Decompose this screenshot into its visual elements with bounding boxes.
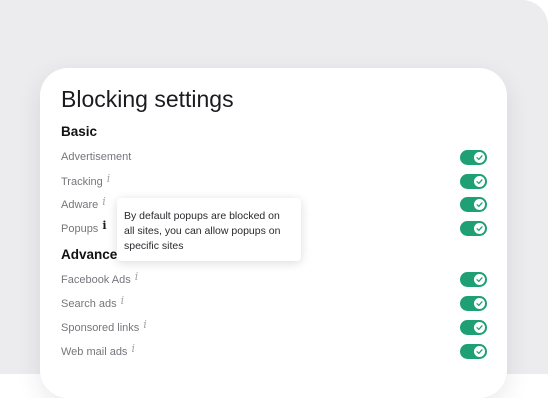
setting-label-group-web-mail-ads: Web mail ads i xyxy=(61,342,135,358)
toggle-search-ads[interactable] xyxy=(460,296,487,311)
checkmark-icon xyxy=(474,199,485,210)
setting-label-web-mail-ads: Web mail ads xyxy=(61,346,128,358)
info-icon[interactable]: i xyxy=(131,342,135,355)
info-icon[interactable]: i xyxy=(121,294,125,307)
page-title: Blocking settings xyxy=(61,86,234,112)
toggle-popups[interactable] xyxy=(460,221,487,236)
info-icon[interactable]: i xyxy=(135,270,139,283)
setting-label-group-popups: Popups i xyxy=(61,219,107,235)
setting-row-web-mail-ads: Web mail ads i xyxy=(61,342,487,362)
section-title-advance: Advance xyxy=(61,247,118,262)
setting-row-search-ads: Search ads i xyxy=(61,294,487,314)
toggle-web-mail-ads[interactable] xyxy=(460,344,487,359)
checkmark-icon xyxy=(474,223,485,234)
setting-label-group-sponsored-links: Sponsored links i xyxy=(61,318,147,334)
toggle-tracking[interactable] xyxy=(460,174,487,189)
setting-label-advertisement: Advertisement xyxy=(61,151,132,163)
checkmark-icon xyxy=(474,152,485,163)
toggle-sponsored-links[interactable] xyxy=(460,320,487,335)
toggle-advertisement[interactable] xyxy=(460,150,487,165)
checkmark-icon xyxy=(474,298,485,309)
toggle-facebook-ads[interactable] xyxy=(460,272,487,287)
popups-info-tooltip: By default popups are blocked on all sit… xyxy=(117,198,301,261)
setting-row-facebook-ads: Facebook Ads i xyxy=(61,270,487,290)
info-icon[interactable]: i xyxy=(102,219,106,232)
info-icon[interactable]: i xyxy=(102,195,106,208)
info-icon[interactable]: i xyxy=(107,172,111,185)
section-title-basic: Basic xyxy=(61,124,98,139)
setting-label-facebook-ads: Facebook Ads xyxy=(61,274,131,286)
setting-label-sponsored-links: Sponsored links xyxy=(61,322,140,334)
setting-row-tracking: Tracking i xyxy=(61,172,487,192)
checkmark-icon xyxy=(474,346,485,357)
checkmark-icon xyxy=(474,176,485,187)
setting-row-sponsored-links: Sponsored links i xyxy=(61,318,487,338)
setting-label-adware: Adware xyxy=(61,199,99,211)
setting-label-tracking: Tracking xyxy=(61,176,103,188)
setting-row-advertisement: Advertisement xyxy=(61,148,487,168)
checkmark-icon xyxy=(474,274,485,285)
setting-label-popups: Popups xyxy=(61,223,99,235)
setting-label-group-adware: Adware i xyxy=(61,195,106,211)
setting-label-search-ads: Search ads xyxy=(61,298,117,310)
checkmark-icon xyxy=(474,322,485,333)
setting-label-group-tracking: Tracking i xyxy=(61,172,111,188)
setting-label-group-search-ads: Search ads i xyxy=(61,294,125,310)
setting-label-group-facebook-ads: Facebook Ads i xyxy=(61,270,139,286)
toggle-adware[interactable] xyxy=(460,197,487,212)
info-icon[interactable]: i xyxy=(143,318,147,331)
